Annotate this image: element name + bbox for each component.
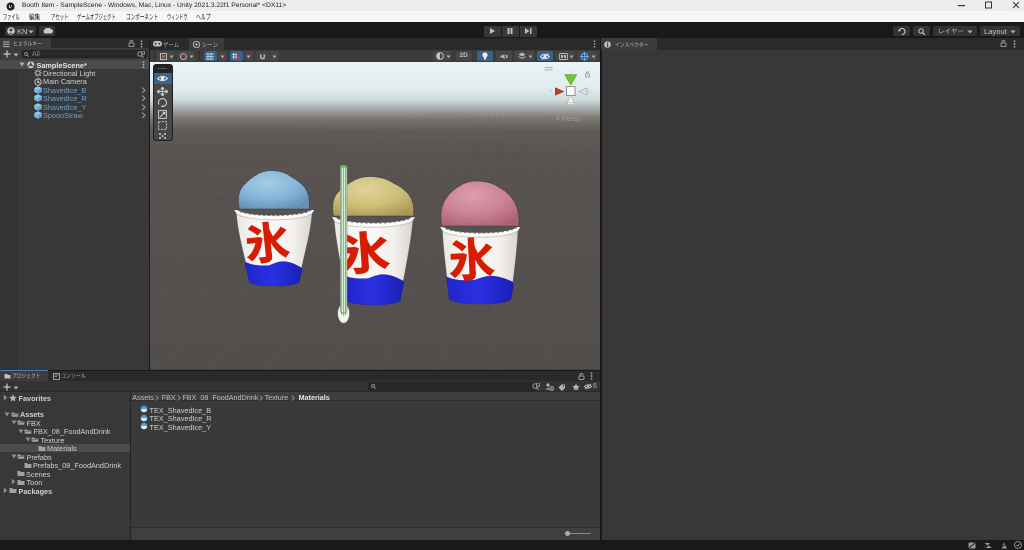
svg-text:Persp: Persp [562, 114, 581, 123]
